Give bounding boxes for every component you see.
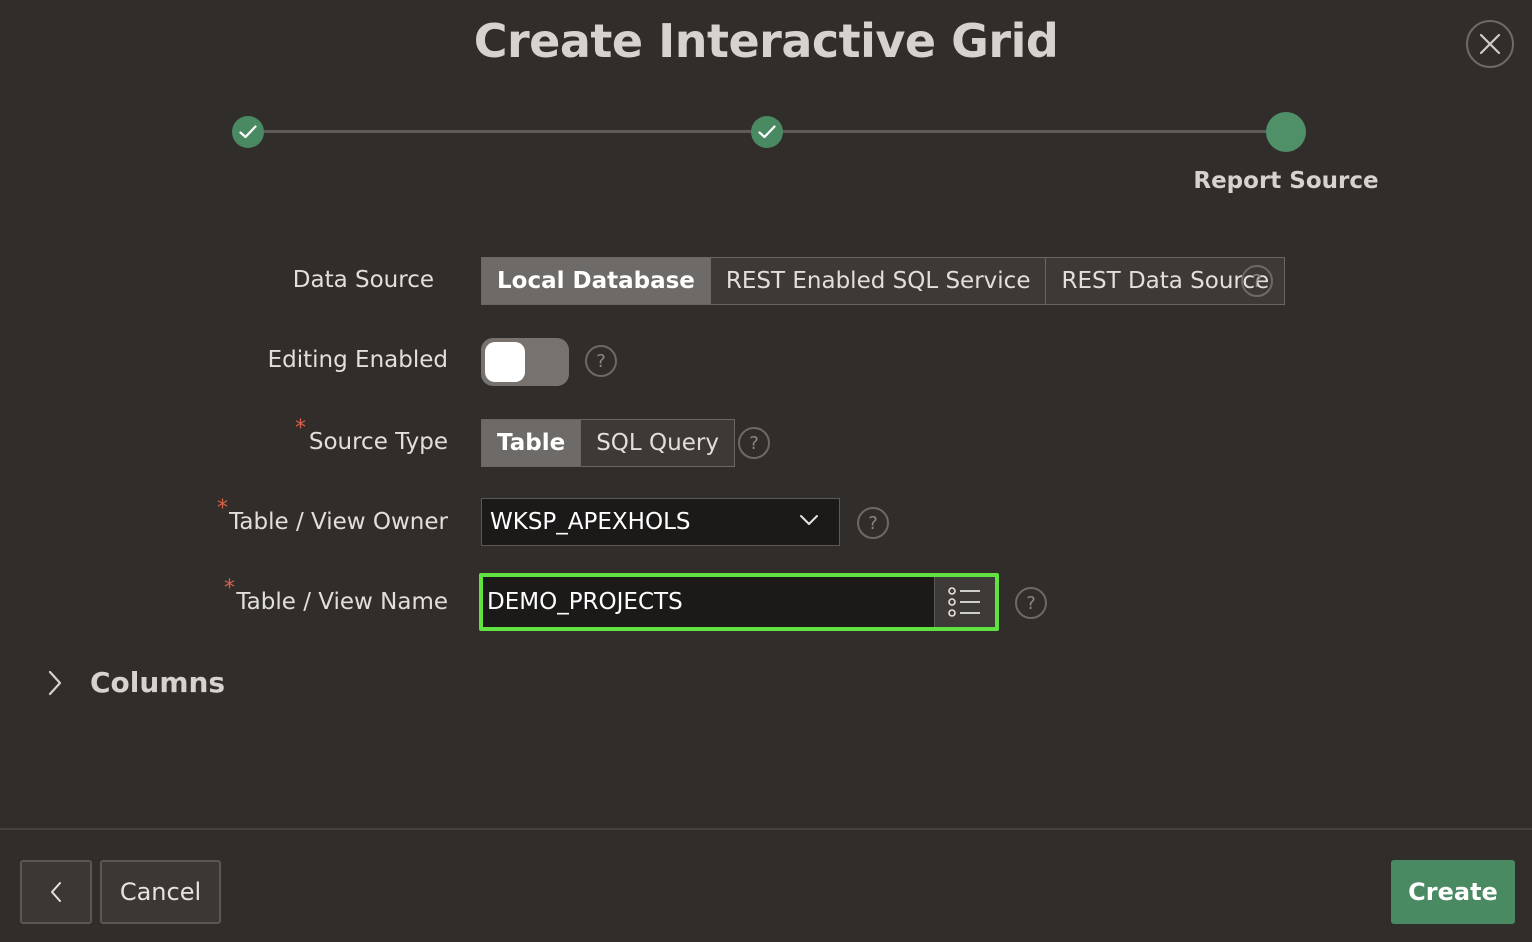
chevron-down-icon — [800, 515, 818, 525]
cancel-button[interactable]: Cancel — [100, 860, 221, 924]
close-button[interactable] — [1466, 20, 1514, 68]
data-source-option-local[interactable]: Local Database — [482, 258, 710, 304]
source-type-segmented: Table SQL Query — [481, 419, 735, 467]
toggle-knob — [485, 342, 525, 382]
help-icon[interactable]: ? — [738, 427, 770, 459]
help-icon[interactable]: ? — [1015, 587, 1047, 619]
required-indicator: * — [295, 416, 306, 441]
progress-step-current — [1266, 112, 1306, 152]
editing-enabled-toggle[interactable] — [481, 338, 569, 386]
progress-step-label: Report Source — [1193, 168, 1379, 194]
progress-step-complete — [232, 116, 264, 148]
list-of-values-button[interactable] — [934, 577, 995, 627]
footer-divider — [0, 828, 1532, 830]
progress-connector — [782, 130, 1268, 133]
data-source-option-rest-sql[interactable]: REST Enabled SQL Service — [709, 258, 1046, 304]
table-name-input[interactable] — [483, 577, 934, 627]
help-icon[interactable]: ? — [857, 507, 889, 539]
table-owner-select[interactable]: WKSP_APEXHOLS — [481, 498, 840, 546]
table-owner-value: WKSP_APEXHOLS — [490, 509, 691, 535]
required-indicator: * — [224, 576, 235, 601]
table-name-label: Table / View Name — [236, 589, 448, 615]
data-source-segmented: Local Database REST Enabled SQL Service … — [481, 257, 1286, 305]
table-name-field — [479, 573, 999, 631]
progress-connector — [262, 130, 752, 133]
close-icon — [1479, 33, 1501, 55]
source-type-option-table[interactable]: Table — [482, 420, 581, 466]
progress-step-complete — [751, 116, 783, 148]
table-owner-label: Table / View Owner — [229, 509, 448, 535]
required-indicator: * — [217, 496, 228, 521]
back-button[interactable] — [20, 860, 92, 924]
columns-section-label: Columns — [90, 666, 226, 699]
chevron-right-icon — [48, 670, 62, 695]
source-type-label: Source Type — [308, 429, 448, 455]
create-button[interactable]: Create — [1391, 860, 1515, 924]
check-icon — [758, 125, 776, 139]
columns-section-toggle[interactable]: Columns — [44, 666, 225, 699]
dialog-title: Create Interactive Grid — [473, 14, 1059, 68]
help-icon[interactable]: ? — [585, 345, 617, 377]
data-source-label: Data Source — [292, 267, 434, 293]
editing-enabled-label: Editing Enabled — [267, 347, 448, 373]
check-icon — [239, 125, 257, 139]
list-icon — [948, 587, 980, 617]
chevron-left-icon — [51, 882, 61, 902]
source-type-option-sql-query[interactable]: SQL Query — [580, 420, 734, 466]
help-icon[interactable]: ? — [1241, 265, 1273, 297]
